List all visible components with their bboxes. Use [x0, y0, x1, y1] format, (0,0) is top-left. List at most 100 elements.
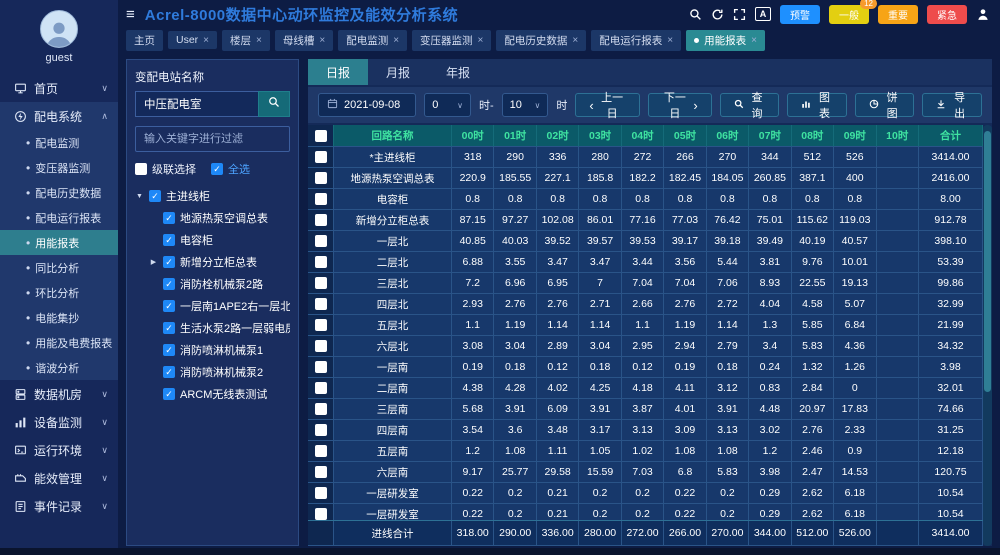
close-icon[interactable]: × [751, 35, 757, 46]
sidebar-item-配电系统[interactable]: 配电系统∧ [0, 102, 118, 130]
refresh-icon[interactable] [711, 8, 724, 21]
tab-User[interactable]: User× [168, 31, 217, 49]
row-checkbox[interactable] [315, 298, 327, 310]
avatar[interactable] [40, 10, 78, 48]
tree-node-消防喷淋机械泵1[interactable]: 消防喷淋机械泵1 [135, 339, 290, 361]
row-checkbox[interactable] [315, 424, 327, 436]
pie-button[interactable]: 饼图 [855, 93, 915, 117]
sidebar-subitem-变压器监测[interactable]: •变压器监测 [0, 155, 118, 180]
language-icon[interactable]: A [755, 7, 771, 21]
search-icon[interactable] [689, 8, 702, 21]
station-select[interactable]: 中压配电室 [135, 91, 258, 117]
sidebar-subitem-配电历史数据[interactable]: •配电历史数据 [0, 180, 118, 205]
row-checkbox[interactable] [315, 319, 327, 331]
tree-node-电容柜[interactable]: 电容柜 [135, 229, 290, 251]
sidebar-item-事件记录[interactable]: 事件记录∨ [0, 492, 118, 520]
menu-toggle-icon[interactable]: ≡ [126, 6, 135, 23]
export-button[interactable]: 导出 [922, 93, 982, 117]
tree-checkbox[interactable] [163, 300, 175, 312]
hour-from-select[interactable]: 0 ∨ [424, 93, 471, 117]
sidebar-subitem-配电监测[interactable]: •配电监测 [0, 130, 118, 155]
row-checkbox[interactable] [315, 256, 327, 268]
keyword-filter-input[interactable] [135, 126, 290, 152]
tree-checkbox[interactable] [163, 344, 175, 356]
user-icon[interactable] [976, 7, 990, 21]
row-checkbox[interactable] [315, 130, 327, 142]
tree-node-root[interactable]: ▼主进线柜 [135, 185, 290, 207]
prev-day-button[interactable]: ‹ 上一日 [575, 93, 639, 117]
scrollbar-thumb[interactable] [984, 131, 991, 392]
close-icon[interactable]: × [256, 35, 262, 46]
sidebar-subitem-用能及电费报表[interactable]: •用能及电费报表 [0, 330, 118, 355]
close-icon[interactable]: × [667, 35, 673, 46]
tab-变压器监测[interactable]: 变压器监测× [412, 30, 491, 51]
tree-checkbox[interactable] [163, 256, 175, 268]
query-button[interactable]: 查询 [720, 93, 780, 117]
row-checkbox[interactable] [315, 235, 327, 247]
tab-母线槽[interactable]: 母线槽× [275, 30, 333, 51]
row-checkbox[interactable] [315, 361, 327, 373]
tab-配电运行报表[interactable]: 配电运行报表× [591, 30, 681, 51]
alarm-button-一般[interactable]: 一般12 [829, 5, 869, 24]
report-tab-日报[interactable]: 日报 [308, 59, 368, 85]
tab-用能报表[interactable]: 用能报表× [686, 30, 765, 51]
next-day-button[interactable]: 下一日 › [648, 93, 712, 117]
tree-checkbox[interactable] [163, 234, 175, 246]
alarm-button-重要[interactable]: 重要 [878, 5, 918, 24]
sidebar-subitem-电能集抄[interactable]: •电能集抄 [0, 305, 118, 330]
chart-button[interactable]: 图表 [787, 93, 847, 117]
row-checkbox[interactable] [315, 214, 327, 226]
sidebar-subitem-配电运行报表[interactable]: •配电运行报表 [0, 205, 118, 230]
row-checkbox[interactable] [315, 487, 327, 499]
tree-checkbox[interactable] [163, 388, 175, 400]
sidebar-item-能效管理[interactable]: 能效管理∨ [0, 464, 118, 492]
sidebar-item-运行环境[interactable]: 运行环境∨ [0, 436, 118, 464]
sidebar-item-设备监测[interactable]: 设备监测∨ [0, 408, 118, 436]
row-checkbox[interactable] [315, 382, 327, 394]
tree-checkbox[interactable] [163, 366, 175, 378]
tree-checkbox[interactable] [163, 322, 175, 334]
tab-楼层[interactable]: 楼层× [222, 30, 270, 51]
tab-配电监测[interactable]: 配电监测× [338, 30, 407, 51]
select-all-checkbox[interactable] [211, 163, 223, 175]
caret-down-icon[interactable]: ▼ [135, 193, 144, 200]
cascade-checkbox[interactable] [135, 163, 147, 175]
close-icon[interactable]: × [319, 35, 325, 46]
row-checkbox[interactable] [315, 445, 327, 457]
sidebar-subitem-同比分析[interactable]: •同比分析 [0, 255, 118, 280]
date-picker[interactable]: 2021-09-08 [318, 93, 416, 117]
report-tab-月报[interactable]: 月报 [368, 59, 428, 85]
tree-node-地源热泵空调总表[interactable]: 地源热泵空调总表 [135, 207, 290, 229]
sidebar-subitem-用能报表[interactable]: •用能报表 [0, 230, 118, 255]
row-checkbox[interactable] [315, 508, 327, 520]
fullscreen-icon[interactable] [733, 8, 746, 21]
row-checkbox[interactable] [315, 172, 327, 184]
alarm-button-紧急[interactable]: 紧急 [927, 5, 967, 24]
tab-配电历史数据[interactable]: 配电历史数据× [496, 30, 586, 51]
tree-checkbox[interactable] [163, 212, 175, 224]
tree-node-消防喷淋机械泵2[interactable]: 消防喷淋机械泵2 [135, 361, 290, 383]
alarm-button-预警[interactable]: 预警 [780, 5, 820, 24]
row-checkbox[interactable] [315, 466, 327, 478]
close-icon[interactable]: × [478, 35, 484, 46]
close-icon[interactable]: × [203, 35, 209, 46]
tree-node-一层南1APE2右一层北1APE1左[interactable]: 一层南1APE2右一层北1APE1左 [135, 295, 290, 317]
hour-to-select[interactable]: 10 ∨ [502, 93, 549, 117]
sidebar-subitem-环比分析[interactable]: •环比分析 [0, 280, 118, 305]
row-checkbox[interactable] [315, 193, 327, 205]
caret-right-icon[interactable]: ▶ [149, 258, 158, 266]
tab-主页[interactable]: 主页 [126, 30, 163, 51]
tree-checkbox[interactable] [163, 278, 175, 290]
tree-checkbox[interactable] [149, 190, 161, 202]
tree-node-消防栓机械泵2路[interactable]: 消防栓机械泵2路 [135, 273, 290, 295]
close-icon[interactable]: × [393, 35, 399, 46]
row-checkbox[interactable] [315, 403, 327, 415]
station-search-button[interactable] [258, 91, 290, 117]
row-checkbox[interactable] [315, 340, 327, 352]
table-scrollbar[interactable] [983, 125, 992, 546]
close-icon[interactable]: × [572, 35, 578, 46]
row-checkbox[interactable] [315, 151, 327, 163]
row-checkbox[interactable] [315, 277, 327, 289]
sidebar-item-数据机房[interactable]: 数据机房∨ [0, 380, 118, 408]
report-tab-年报[interactable]: 年报 [428, 59, 488, 85]
